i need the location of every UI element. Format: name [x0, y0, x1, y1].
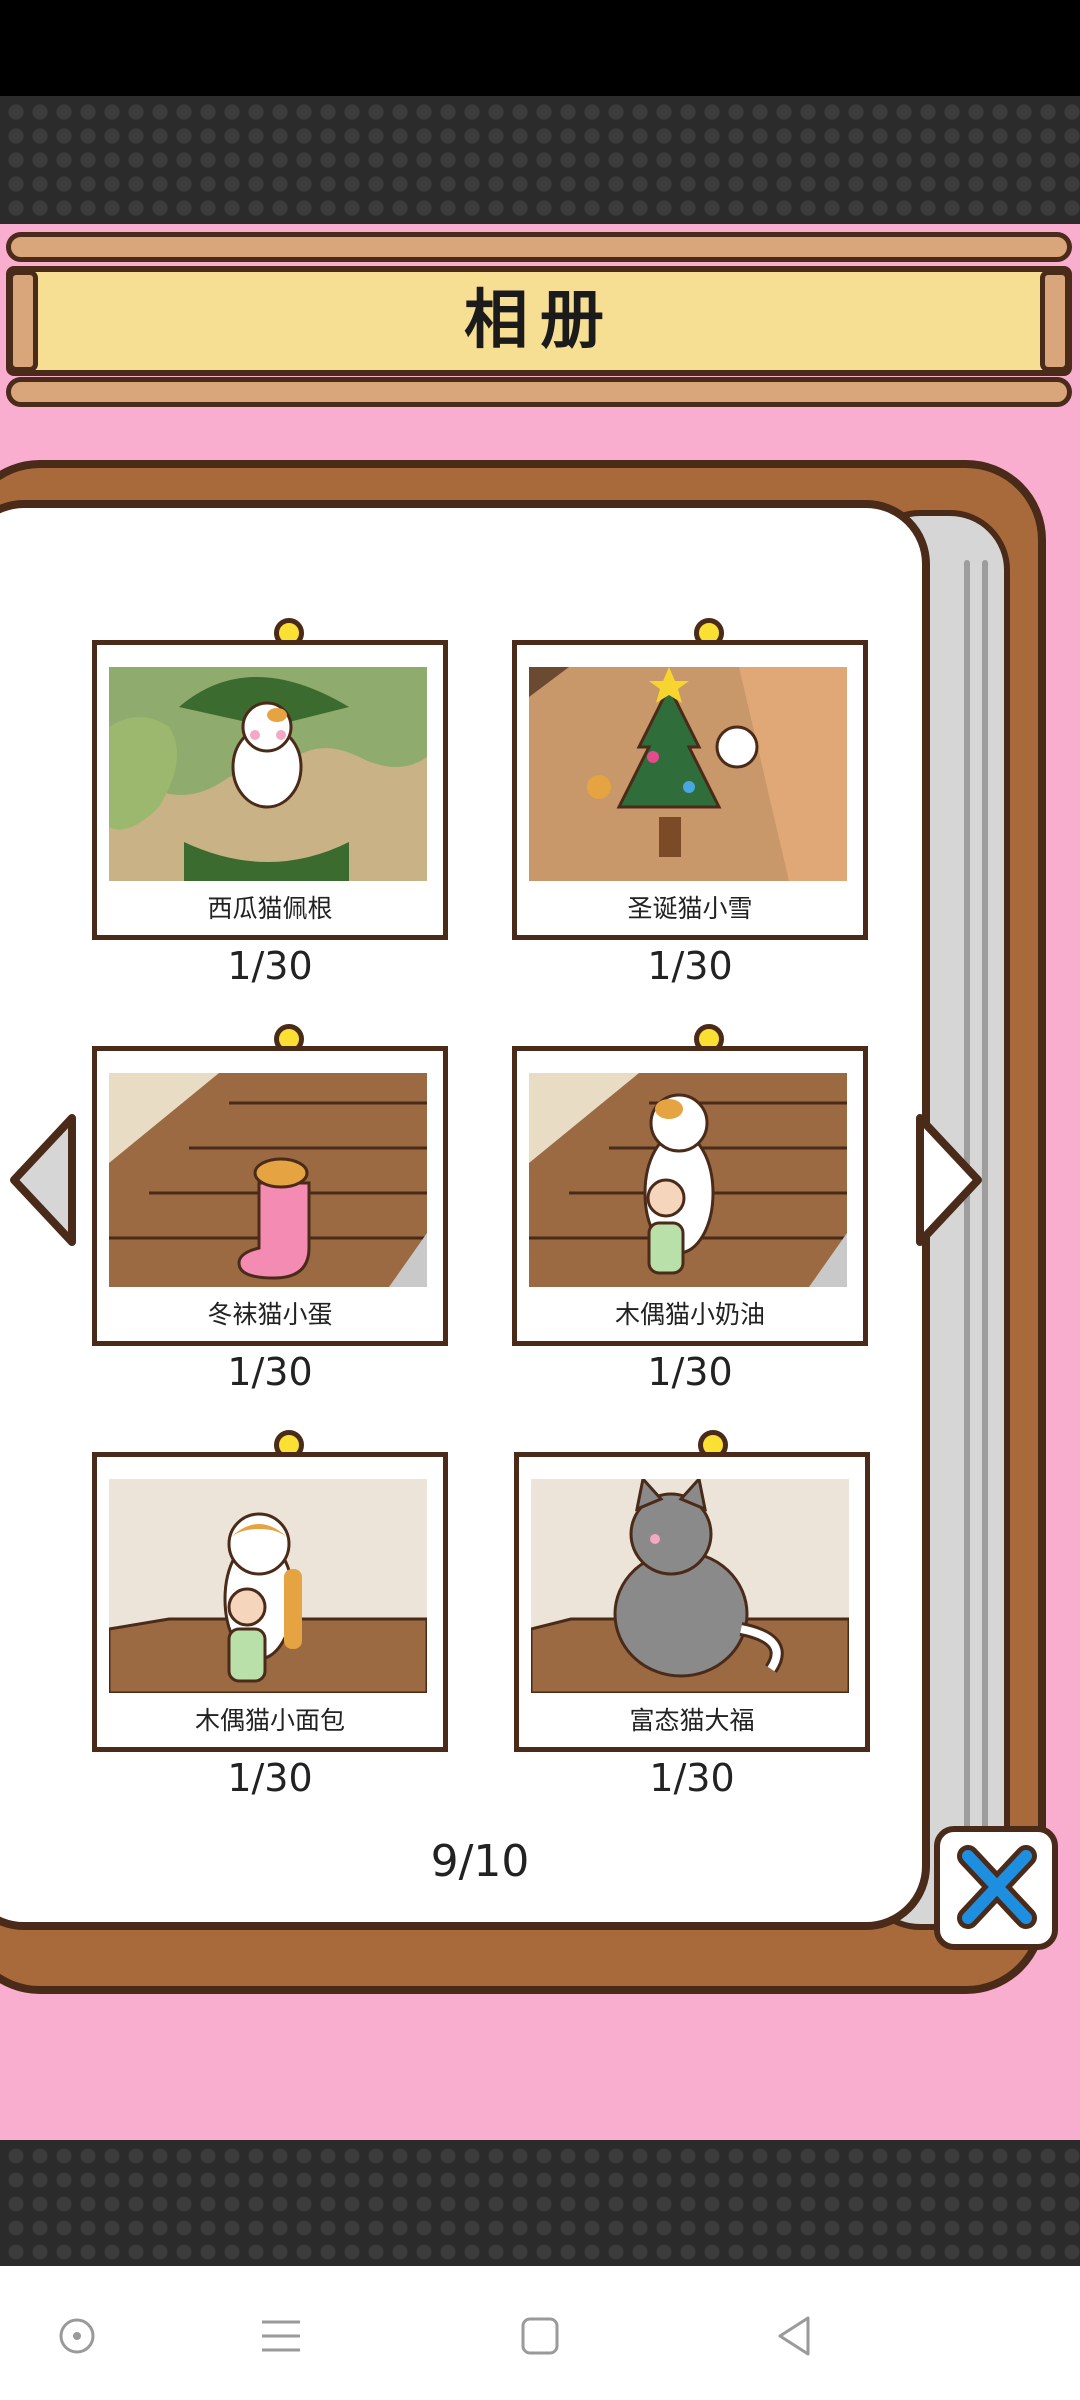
photo-puppet-cat-cream [529, 1073, 847, 1287]
card-count: 1/30 [649, 1756, 735, 1800]
card-count: 1/30 [227, 1350, 313, 1394]
nav-home-button[interactable] [515, 2316, 565, 2356]
triangle-left-icon [10, 1114, 76, 1246]
photo-puppet-cat-bread [109, 1479, 427, 1693]
card-caption: 冬袜猫小蛋 [207, 1300, 333, 1329]
photo-card[interactable]: 西瓜猫佩根 [92, 640, 448, 940]
card-caption: 木偶猫小奶油 [614, 1300, 765, 1329]
photo-christmas-cat [529, 667, 847, 881]
card-count: 1/30 [227, 1756, 313, 1800]
close-x-icon [957, 1845, 1037, 1929]
header-plank-top [6, 232, 1072, 262]
card-count: 1/30 [227, 944, 313, 988]
bottom-dotted-band [0, 2140, 1080, 2266]
card-caption: 富态猫大福 [629, 1706, 755, 1735]
menu-icon [262, 2320, 300, 2352]
triangle-right-icon [916, 1114, 982, 1246]
photo-card[interactable]: 圣诞猫小雪 [512, 640, 868, 940]
nav-back-button[interactable] [770, 2316, 820, 2356]
photo-watermelon-cat [109, 667, 427, 881]
card-count: 1/30 [647, 1350, 733, 1394]
card-caption: 圣诞猫小雪 [627, 894, 753, 923]
card-caption: 西瓜猫佩根 [207, 894, 333, 923]
close-button[interactable] [934, 1826, 1058, 1950]
back-triangle-icon [778, 2316, 810, 2356]
nav-assist-button[interactable] [52, 2316, 102, 2356]
next-page-button[interactable] [912, 1110, 986, 1250]
photo-card[interactable]: 木偶猫小奶油 [512, 1046, 868, 1346]
photo-card[interactable]: 木偶猫小面包 [92, 1452, 448, 1752]
photo-card[interactable]: 冬袜猫小蛋 [92, 1046, 448, 1346]
square-icon [521, 2317, 559, 2355]
photo-card[interactable]: 富态猫大福 [514, 1452, 870, 1752]
prev-page-button[interactable] [6, 1110, 80, 1250]
card-caption: 木偶猫小面包 [194, 1706, 345, 1735]
page-title: 相册 [464, 284, 616, 358]
status-bar [0, 0, 1080, 96]
header-plank-bottom [6, 377, 1072, 407]
photo-sock-cat [109, 1073, 427, 1287]
photo-chubby-cat [531, 1479, 849, 1693]
page-indicator: 9/10 [430, 1836, 530, 1887]
nav-menu-button[interactable] [256, 2316, 306, 2356]
card-count: 1/30 [647, 944, 733, 988]
top-dotted-band [0, 96, 1080, 224]
